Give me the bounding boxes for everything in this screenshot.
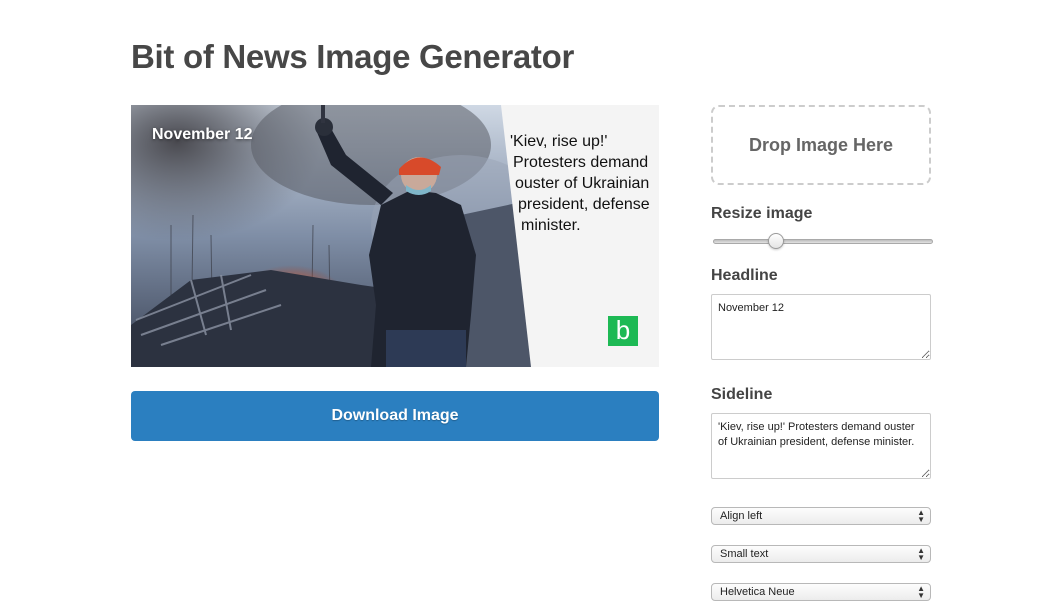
font-select[interactable]: Helvetica Neue ▲ ▼ — [711, 583, 931, 601]
text-size-select-value: Small text — [720, 548, 769, 560]
image-preview: November 12 'Kiev, rise up!' Protesters … — [131, 105, 659, 367]
page-title: Bit of News Image Generator — [131, 38, 575, 75]
headline-label: Headline — [711, 267, 778, 284]
sideline-line: minister. — [521, 217, 581, 234]
headline-input[interactable]: November 12 — [711, 294, 931, 360]
select-arrows-icon: ▲ ▼ — [917, 508, 925, 524]
drop-zone-label: Drop Image Here — [748, 134, 894, 155]
image-drop-zone[interactable]: Drop Image Here — [711, 105, 931, 185]
preview-sideline: 'Kiev, rise up!' Protesters demand ouste… — [507, 131, 657, 236]
sideline-line: president, defense — [518, 196, 650, 213]
align-select-value: Align left — [720, 510, 763, 522]
align-select[interactable]: Align left ▲ ▼ — [711, 507, 931, 525]
resize-image-slider-thumb[interactable] — [768, 233, 785, 249]
resize-image-label: Resize image — [711, 205, 813, 222]
download-image-button[interactable]: Download Image — [131, 391, 659, 441]
sideline-line: ouster of Ukrainian — [515, 175, 650, 192]
preview-headline: November 12 — [152, 126, 253, 143]
select-arrows-icon: ▲ ▼ — [917, 584, 925, 600]
sideline-line: 'Kiev, rise up!' — [510, 133, 608, 150]
select-arrows-icon: ▲ ▼ — [917, 546, 925, 562]
sideline-line: Protesters demand — [513, 154, 649, 171]
sideline-label: Sideline — [711, 386, 773, 403]
text-size-select[interactable]: Small text ▲ ▼ — [711, 545, 931, 563]
font-select-value: Helvetica Neue — [720, 586, 795, 598]
brand-logo: b — [608, 316, 638, 346]
sideline-input[interactable]: 'Kiev, rise up!' Protesters demand ouste… — [711, 413, 931, 479]
resize-image-slider-track[interactable] — [713, 239, 933, 244]
